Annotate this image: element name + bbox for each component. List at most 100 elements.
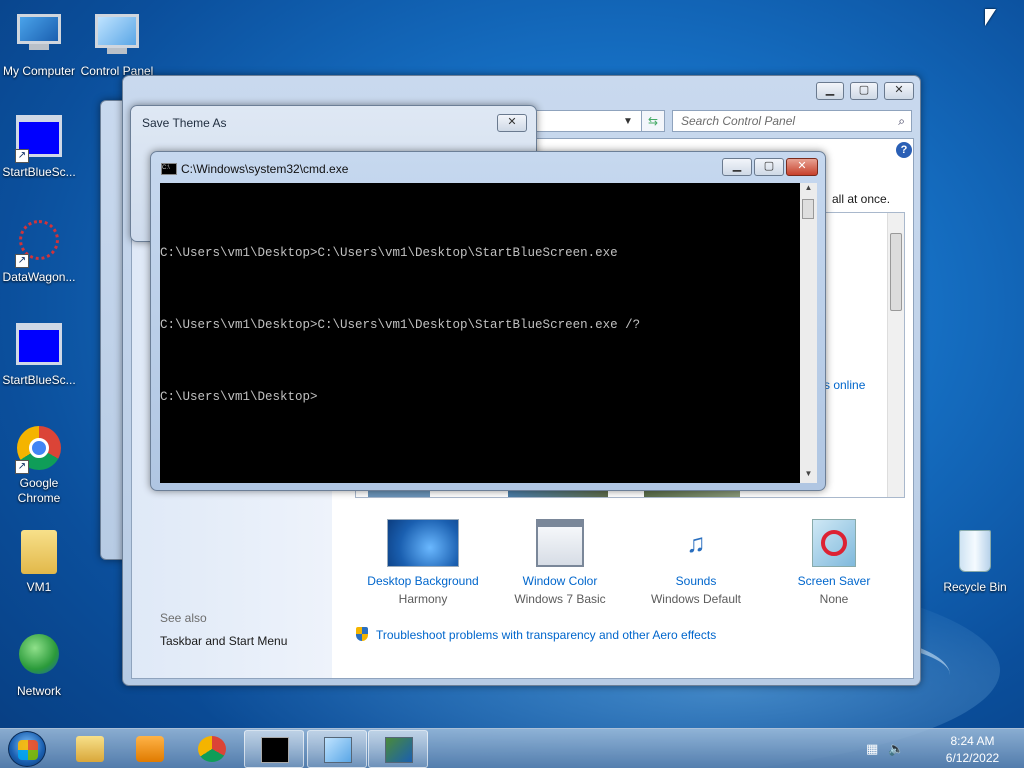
clock[interactable]: 8:24 AM 6/12/2022 bbox=[930, 733, 1015, 767]
chrome-icon: ↗ bbox=[15, 426, 63, 474]
sounds-item[interactable]: ♫ Sounds Windows Default bbox=[636, 519, 756, 609]
minimize-button[interactable]: ▁ bbox=[816, 82, 844, 100]
console-icon: C:\ bbox=[161, 163, 177, 175]
taskbar: ▦ 🔈 8:24 AM 6/12/2022 bbox=[0, 728, 1024, 768]
scroll-thumb[interactable] bbox=[802, 199, 814, 219]
item-value: Windows 7 Basic bbox=[514, 592, 606, 606]
desktop-icon-network[interactable]: Network bbox=[0, 632, 78, 699]
cmd-window: C:\ C:\Windows\system32\cmd.exe ▁ ▢ ✕ C:… bbox=[150, 151, 826, 491]
start-button[interactable] bbox=[8, 731, 46, 767]
user-folder-icon bbox=[15, 530, 63, 578]
desktop-icon-control-panel[interactable]: Control Panel bbox=[78, 10, 156, 79]
see-also-heading: See also bbox=[160, 611, 207, 625]
scroll-up-icon[interactable]: ▲ bbox=[800, 183, 817, 197]
help-icon[interactable]: ? bbox=[896, 142, 912, 158]
dialog-title: Save Theme As bbox=[142, 116, 227, 130]
description-text: all at once. bbox=[832, 192, 891, 206]
desktop-icon-startbluescreen-2[interactable]: StartBlueSc... bbox=[0, 320, 78, 388]
desktop-icon-label: Recycle Bin bbox=[943, 580, 1007, 594]
folder-icon bbox=[76, 736, 104, 762]
shortcut-arrow-icon: ↗ bbox=[15, 254, 29, 268]
taskbar-start-menu-link[interactable]: Taskbar and Start Menu bbox=[160, 634, 287, 648]
maximize-button[interactable]: ▢ bbox=[850, 82, 878, 100]
console-lines: C:\Users\vm1\Desktop>C:\Users\vm1\Deskto… bbox=[160, 193, 640, 457]
desktop-icon-label: StartBlueSc... bbox=[2, 373, 76, 387]
sounds-icon: ♫ bbox=[686, 528, 706, 558]
desktop-icon-my-computer[interactable]: My Computer bbox=[0, 10, 78, 79]
theme-list-scrollbar[interactable] bbox=[887, 213, 904, 497]
close-button[interactable]: ✕ bbox=[884, 82, 914, 100]
volume-icon[interactable]: 🔈 bbox=[888, 741, 904, 757]
console-icon bbox=[261, 737, 289, 763]
desktop-icon-google-chrome[interactable]: ↗ Google Chrome bbox=[0, 424, 78, 506]
chrome-icon bbox=[198, 736, 226, 762]
network-tray-icon[interactable]: ▦ bbox=[866, 741, 878, 757]
window-color-icon bbox=[536, 519, 584, 567]
desktop-icon-label: My Computer bbox=[2, 64, 76, 78]
mouse-cursor bbox=[985, 9, 996, 26]
console-scrollbar[interactable]: ▲ ▼ bbox=[800, 183, 817, 483]
console-output[interactable]: C:\Users\vm1\Desktop>C:\Users\vm1\Deskto… bbox=[160, 183, 817, 483]
scroll-down-icon[interactable]: ▼ bbox=[800, 469, 817, 483]
cmd-minimize-button[interactable]: ▁ bbox=[722, 158, 752, 176]
dialog-close-button[interactable]: ✕ bbox=[497, 114, 527, 132]
scroll-thumb[interactable] bbox=[890, 233, 902, 311]
taskbar-media-player[interactable] bbox=[120, 730, 180, 768]
item-value: Harmony bbox=[398, 592, 448, 606]
desktop-icon-label: Google Chrome bbox=[17, 476, 61, 505]
application-icon: ↗ bbox=[15, 115, 63, 163]
control-panel-icon bbox=[324, 737, 352, 763]
search-input[interactable]: Search Control Panel ⌕ bbox=[672, 110, 912, 132]
application-icon bbox=[15, 323, 63, 371]
shortcut-arrow-icon: ↗ bbox=[15, 149, 29, 163]
control-panel-icon bbox=[93, 14, 141, 62]
clock-time: 8:24 AM bbox=[950, 734, 995, 748]
cmd-close-button[interactable]: ✕ bbox=[786, 158, 818, 176]
console-line: C:\Users\vm1\Desktop> bbox=[160, 390, 318, 404]
console-line: C:\Users\vm1\Desktop>C:\Users\vm1\Deskto… bbox=[160, 246, 618, 260]
windows-logo-icon bbox=[18, 740, 38, 760]
screen-saver-icon bbox=[812, 519, 856, 567]
computer-icon bbox=[15, 14, 63, 62]
desktop-icon-label: StartBlueSc... bbox=[2, 165, 76, 179]
refresh-button[interactable]: ⇆ bbox=[641, 110, 665, 132]
item-value: None bbox=[819, 592, 849, 606]
personalization-icon bbox=[385, 737, 413, 763]
window-color-item[interactable]: Window Color Windows 7 Basic bbox=[500, 519, 620, 609]
desktop-icon-label: Network bbox=[16, 684, 61, 698]
taskbar-personalization[interactable] bbox=[368, 730, 428, 768]
item-label: Desktop Background bbox=[367, 574, 479, 588]
item-value: Windows Default bbox=[650, 592, 742, 606]
desktop-icon-startbluescreen-1[interactable]: ↗ StartBlueSc... bbox=[0, 112, 78, 180]
chevron-down-icon[interactable]: ▼ bbox=[623, 116, 633, 127]
cmd-maximize-button[interactable]: ▢ bbox=[754, 158, 784, 176]
search-icon[interactable]: ⌕ bbox=[898, 114, 905, 129]
taskbar-cmd[interactable] bbox=[244, 730, 304, 768]
cmd-title: C:\Windows\system32\cmd.exe bbox=[181, 162, 349, 176]
screen-saver-item[interactable]: Screen Saver None bbox=[774, 519, 894, 609]
desktop-icon-recycle-bin[interactable]: Recycle Bin bbox=[936, 528, 1014, 595]
item-label: Window Color bbox=[522, 574, 598, 588]
desktop-icon-label: VM1 bbox=[26, 580, 52, 594]
troubleshoot-link[interactable]: Troubleshoot problems with transparency … bbox=[376, 628, 716, 642]
shield-icon bbox=[356, 627, 368, 641]
desktop-icon-vm1[interactable]: VM1 bbox=[0, 528, 78, 595]
desktop-icon-label: DataWagon... bbox=[2, 270, 76, 284]
item-label: Sounds bbox=[675, 574, 717, 588]
console-line: C:\Users\vm1\Desktop>C:\Users\vm1\Deskto… bbox=[160, 318, 641, 332]
desktop-background-item[interactable]: Desktop Background Harmony bbox=[363, 519, 483, 609]
network-icon bbox=[15, 634, 63, 682]
taskbar-chrome[interactable] bbox=[182, 730, 242, 768]
datawagon-icon: ↗ bbox=[15, 220, 63, 268]
taskbar-control-panel[interactable] bbox=[307, 730, 367, 768]
item-label: Screen Saver bbox=[797, 574, 871, 588]
search-placeholder: Search Control Panel bbox=[681, 114, 796, 128]
recycle-bin-icon bbox=[951, 530, 999, 578]
taskbar-explorer[interactable] bbox=[60, 730, 120, 768]
get-more-themes-link[interactable]: s online bbox=[824, 378, 865, 392]
desktop-background-icon bbox=[387, 519, 459, 567]
media-player-icon bbox=[136, 736, 164, 762]
shortcut-arrow-icon: ↗ bbox=[15, 460, 29, 474]
clock-date: 6/12/2022 bbox=[945, 751, 1000, 765]
desktop-icon-datawagon[interactable]: ↗ DataWagon... bbox=[0, 216, 78, 285]
